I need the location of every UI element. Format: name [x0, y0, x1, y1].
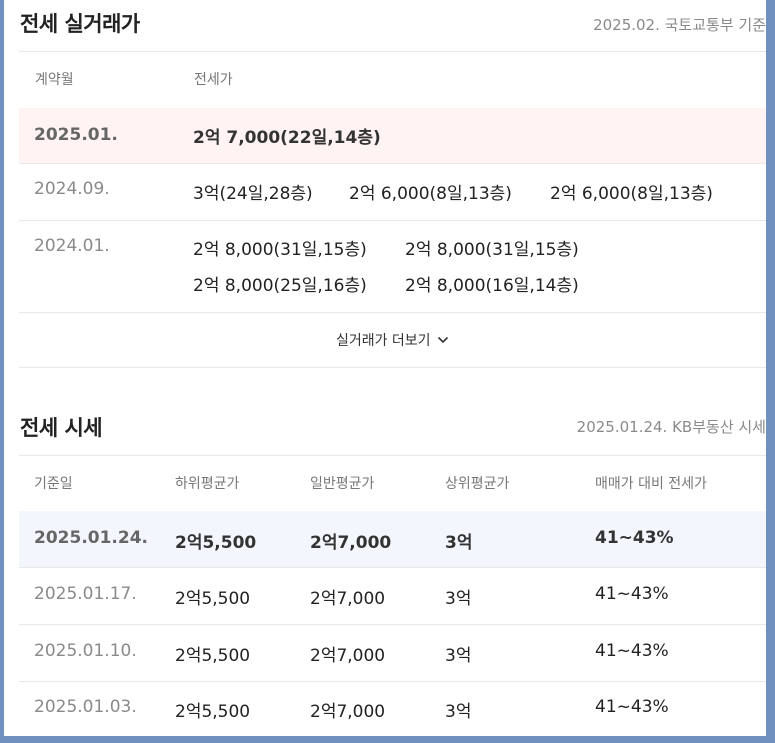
quote-low: 2억5,500 — [175, 646, 251, 666]
quote-date: 2025.01.03. — [34, 697, 137, 717]
deal-month: 2025.01. — [34, 125, 118, 145]
quote-row: 2025.01.17. 2억5,500 2억7,000 3억 41~43% — [19, 568, 766, 625]
quote-ratio: 41~43% — [595, 528, 674, 548]
quote-date: 2025.01.17. — [34, 584, 137, 604]
quote-row: 2025.01.10. 2억5,500 2억7,000 3억 41~43% — [19, 625, 766, 682]
quote-mid: 2억7,000 — [310, 533, 392, 553]
quotes-header: 전세 시세 2025.01.24. KB부동산 시세 — [20, 410, 766, 442]
quote-date: 2025.01.10. — [34, 641, 137, 661]
more-deals-label: 실거래가 더보기 — [335, 333, 431, 349]
deal-entry: 2억 7,000(22일,14층) — [193, 128, 381, 148]
col-high-avg: 상위평균가 — [445, 476, 510, 492]
col-price: 전세가 — [194, 72, 233, 88]
deal-row: 2024.09. 3억(24일,28층) 2억 6,000(8일,13층) 2억… — [19, 164, 766, 221]
deal-entry: 2억 8,000(31일,15층) — [405, 240, 579, 260]
deal-entry: 2억 6,000(8일,13층) — [550, 184, 713, 204]
deal-entry: 2억 8,000(31일,15층) — [193, 240, 367, 260]
quote-mid: 2억7,000 — [310, 589, 386, 609]
deal-row: 2024.01. 2억 8,000(31일,15층) 2억 8,000(31일,… — [19, 221, 766, 313]
col-month: 계약월 — [35, 72, 74, 88]
quote-date: 2025.01.24. — [34, 528, 149, 548]
quote-mid: 2억7,000 — [310, 702, 386, 722]
quotes-source: 2025.01.24. KB부동산 시세 — [576, 418, 766, 436]
quote-low: 2억5,500 — [175, 702, 251, 722]
quote-low: 2억5,500 — [175, 589, 251, 609]
quote-ratio: 41~43% — [595, 584, 669, 604]
deal-month: 2024.09. — [34, 179, 110, 199]
deal-entry: 2억 8,000(16일,14층) — [405, 276, 579, 296]
deal-entry: 2억 6,000(8일,13층) — [349, 184, 512, 204]
quotes-column-header: 기준일 하위평균가 일반평균가 상위평균가 매매가 대비 전세가 — [19, 455, 766, 512]
quote-row: 2025.01.03. 2억5,500 2억7,000 3억 41~43% — [19, 682, 766, 736]
quote-ratio: 41~43% — [595, 641, 669, 661]
quote-mid: 2억7,000 — [310, 646, 386, 666]
col-base-date: 기준일 — [34, 476, 73, 492]
quote-high: 3억 — [445, 702, 472, 722]
col-mid-avg: 일반평균가 — [310, 476, 375, 492]
deals-column-header: 계약월 전세가 — [19, 51, 766, 109]
deal-entry: 3억(24일,28층) — [193, 184, 313, 204]
quote-high: 3억 — [445, 533, 473, 553]
deal-row: 2025.01. 2억 7,000(22일,14층) — [19, 108, 766, 164]
more-deals-button[interactable]: 실거래가 더보기 — [19, 330, 766, 350]
deals-title: 전세 실거래가 — [20, 12, 140, 36]
more-row: 실거래가 더보기 — [19, 313, 766, 368]
col-low-avg: 하위평균가 — [175, 476, 240, 492]
quotes-title: 전세 시세 — [20, 416, 103, 440]
quote-row: 2025.01.24. 2억5,500 2억7,000 3억 41~43% — [19, 511, 766, 568]
quote-low: 2억5,500 — [175, 533, 257, 553]
chevron-down-icon — [437, 332, 449, 348]
jeonse-panel: 전세 실거래가 2025.02. 국토교통부 기준 계약월 전세가 2025.0… — [4, 0, 766, 736]
quote-high: 3억 — [445, 646, 472, 666]
deal-entry: 2억 8,000(25일,16층) — [193, 276, 367, 296]
col-ratio: 매매가 대비 전세가 — [595, 476, 707, 492]
quote-ratio: 41~43% — [595, 697, 669, 717]
quote-high: 3억 — [445, 589, 472, 609]
deal-month: 2024.01. — [34, 236, 110, 256]
deals-source: 2025.02. 국토교통부 기준 — [593, 16, 766, 34]
deals-header: 전세 실거래가 2025.02. 국토교통부 기준 — [20, 8, 766, 38]
